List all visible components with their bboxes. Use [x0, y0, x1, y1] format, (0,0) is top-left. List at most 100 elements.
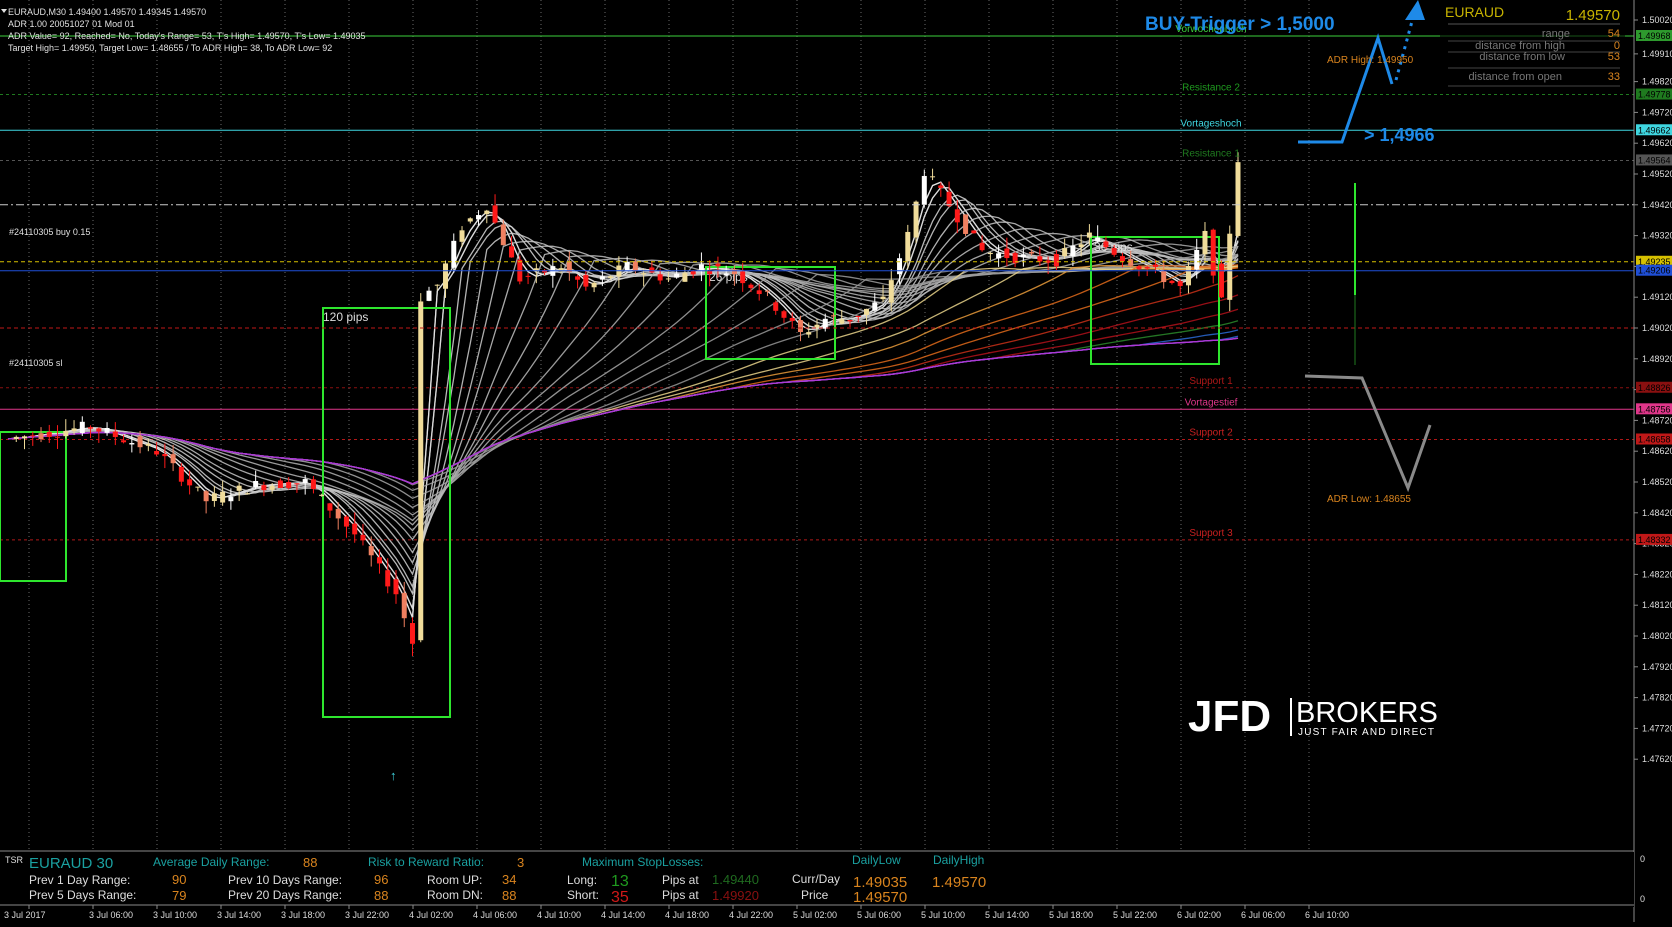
candle-body	[665, 278, 671, 280]
logo-jfd: JFD	[1188, 692, 1271, 741]
adr-value: 88	[303, 855, 317, 870]
candle-body	[1037, 256, 1043, 262]
logo-brokers: BROKERS	[1296, 697, 1438, 729]
pips-at-short-label: Pips at	[662, 888, 699, 902]
candle-body	[38, 433, 44, 440]
candle-body	[253, 481, 259, 488]
candle-body	[599, 276, 605, 280]
candle-body	[112, 431, 118, 438]
price-tag-label: 1.48658	[1638, 434, 1671, 444]
candle-body	[509, 246, 515, 258]
symbol-header: EURAUD,M30 1.49400 1.49570 1.49345 1.495…	[8, 7, 206, 17]
adr-high-label: ADR High: 1.49950	[1327, 55, 1414, 66]
candle-body	[79, 421, 85, 434]
adr-label: Average Daily Range:	[153, 855, 270, 869]
candle-body	[731, 269, 737, 275]
y-tick-label: 1.49020	[1642, 323, 1672, 333]
candle-body	[839, 319, 845, 324]
candle-body	[335, 508, 341, 519]
candle-body	[244, 493, 250, 495]
candle-body	[1235, 162, 1241, 236]
candle-body	[88, 427, 94, 429]
info-row-value: 33	[1608, 71, 1620, 83]
candle-body	[781, 311, 787, 318]
candle-body	[294, 483, 300, 485]
jfd-brokers-logo: JFD BROKERS JUST FAIR AND DIRECT	[1188, 692, 1438, 741]
prev10-value: 96	[374, 872, 388, 887]
candle-body	[327, 503, 333, 511]
order-buy-label: #24110305 buy 0.15	[9, 227, 90, 237]
short-pips-value: 1.49920	[712, 888, 759, 903]
candle-body	[938, 185, 944, 188]
level-label: Support 1	[1189, 376, 1233, 387]
x-tick-label: 4 Jul 02:00	[409, 910, 453, 920]
candle-body	[443, 263, 449, 289]
candle-body	[187, 479, 193, 486]
candle-body	[1111, 248, 1117, 255]
x-tick-label: 4 Jul 10:00	[537, 910, 581, 920]
x-tick-label: 3 Jul 18:00	[281, 910, 325, 920]
candle-body	[393, 579, 399, 595]
candle-body	[954, 209, 960, 223]
y-tick-label: 1.47820	[1642, 693, 1672, 703]
info-row-label: distance from open	[1468, 71, 1562, 83]
target-header: Target High= 1.49950, Target Low= 1.4865…	[8, 43, 332, 53]
bottom-panel: TSR EURAUD 30 Average Daily Range: 88 Ri…	[0, 850, 1645, 907]
candle-body	[822, 318, 828, 329]
candle-body	[913, 201, 919, 238]
adr-header: ADR 1.00 20051027 01 Mod 01	[8, 19, 135, 29]
prev1-value: 90	[172, 872, 186, 887]
candle-body	[162, 454, 168, 457]
y-tick-label: 1.47620	[1642, 754, 1672, 764]
x-tick-label: 5 Jul 18:00	[1049, 910, 1093, 920]
candle-body	[368, 546, 374, 556]
level-label: Vortagestief	[1185, 397, 1238, 408]
prev5-label: Prev 5 Days Range:	[29, 888, 136, 902]
y-tick-label: 1.48220	[1642, 569, 1672, 579]
candle-body	[1177, 281, 1183, 287]
candle-body	[682, 272, 688, 282]
long-pips-value: 1.49440	[712, 872, 759, 887]
candle-body	[888, 280, 894, 303]
candle-body	[979, 242, 985, 251]
candle-body	[178, 466, 184, 482]
candle-body	[360, 534, 366, 541]
candle-body	[277, 480, 283, 489]
candle-body	[583, 275, 589, 287]
long-value: 13	[611, 873, 629, 890]
x-tick-label: 4 Jul 18:00	[665, 910, 709, 920]
price-label: Price	[801, 888, 829, 902]
candle-body	[426, 290, 432, 301]
info-panel: EURAUD 1.49570 range 54 distance from hi…	[1440, 2, 1625, 90]
level-label: Resistance 2	[1182, 83, 1240, 94]
x-tick-label: 3 Jul 22:00	[345, 910, 389, 920]
x-tick-label: 5 Jul 22:00	[1113, 910, 1157, 920]
candle-body	[401, 592, 407, 619]
candle-body	[195, 486, 201, 488]
candle-body	[1128, 259, 1134, 266]
x-tick-label: 5 Jul 10:00	[921, 910, 965, 920]
y-tick-label: 1.49720	[1642, 107, 1672, 117]
candle-body	[343, 516, 349, 527]
x-tick-label: 5 Jul 14:00	[985, 910, 1029, 920]
candle-body	[104, 427, 110, 433]
level-note-label: > 1,4966	[1364, 125, 1435, 145]
candle-body	[1152, 264, 1158, 267]
candle-body	[261, 485, 267, 491]
x-tick-label: 5 Jul 02:00	[793, 910, 837, 920]
candle-body	[575, 276, 581, 280]
candle-body	[63, 430, 69, 437]
long-label: Long:	[567, 873, 597, 887]
info-symbol: EURAUD	[1445, 4, 1504, 20]
chart-svg: 120 pips 26 pips 36 pips VorwochenhochRe…	[0, 0, 1672, 922]
candle-body	[55, 436, 61, 438]
candle-body	[121, 440, 127, 443]
candle-body	[674, 273, 680, 278]
tsr-label: TSR	[5, 855, 24, 865]
candle-body	[773, 302, 779, 311]
candle-body	[220, 491, 226, 503]
candle-body	[467, 218, 473, 222]
rr-value: 3	[517, 855, 524, 870]
x-tick-label: 4 Jul 22:00	[729, 910, 773, 920]
y-tick-label: 1.48020	[1642, 631, 1672, 641]
